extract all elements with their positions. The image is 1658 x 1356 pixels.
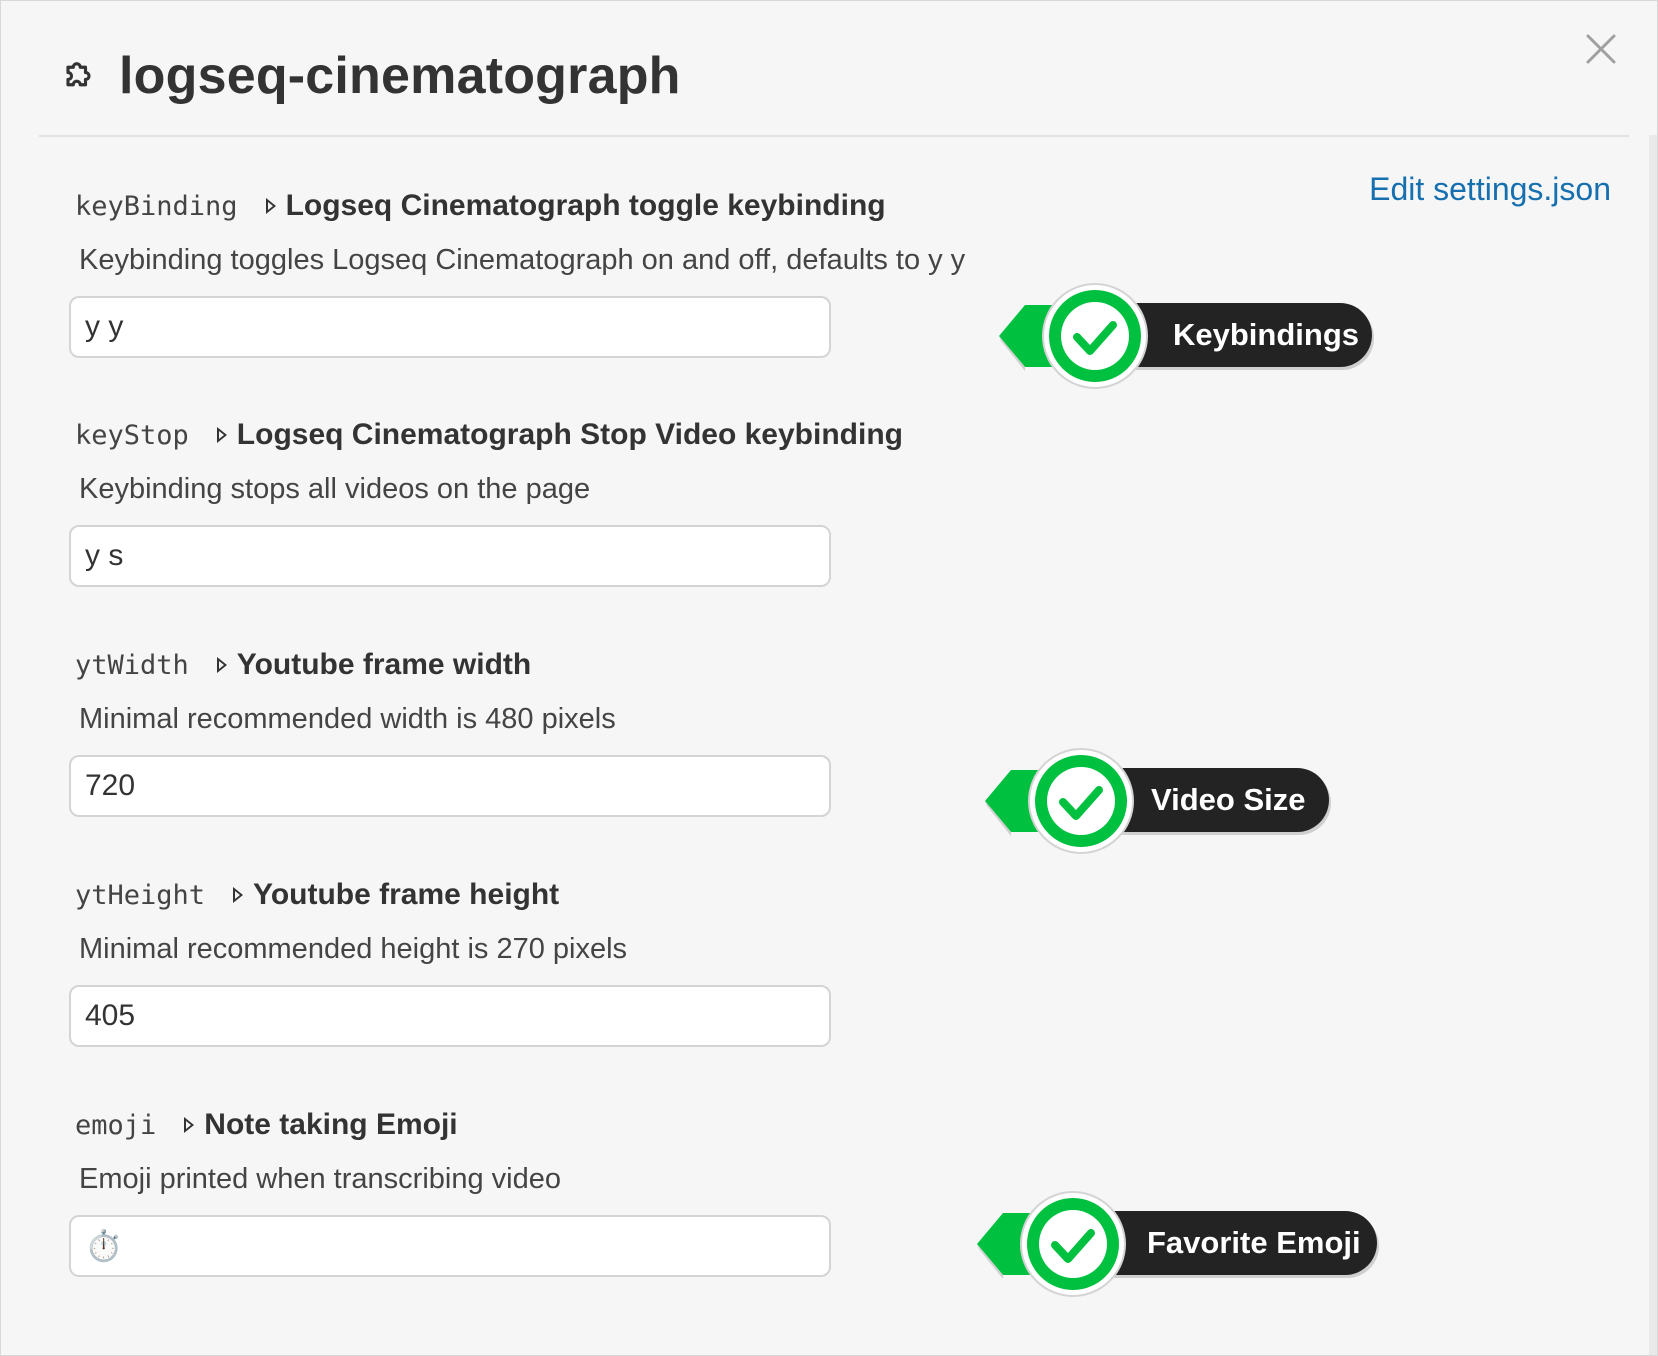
close-icon [1586,34,1616,64]
setting-label: Note taking Emoji [204,1108,458,1141]
scrollbar[interactable] [1649,135,1657,1355]
setting-description: Keybinding toggles Logseq Cinematograph … [79,244,966,276]
ytheight-input[interactable] [69,985,831,1047]
setting-keybinding: keyBinding Logseq Cinematograph toggle k… [69,186,969,358]
setting-description: Minimal recommended width is 480 pixels [79,703,616,735]
setting-ytwidth: ytWidth Youtube frame width Minimal reco… [69,645,969,817]
setting-description: Minimal recommended height is 270 pixels [79,933,628,965]
favorite-emoji-badge: Favorite Emoji [977,1189,1377,1299]
setting-label: Logseq Cinematograph Stop Video keybindi… [236,418,903,451]
setting-key: emoji [75,1109,157,1141]
dialog-header: logseq-cinematograph [61,41,681,111]
setting-description: Keybinding stops all videos on the page [79,473,591,505]
setting-header: keyStop Logseq Cinematograph Stop Video … [69,415,969,455]
expand-triangle-icon[interactable] [216,427,227,443]
setting-header: ytHeight Youtube frame height [69,875,969,915]
setting-header: ytWidth Youtube frame width [69,645,969,685]
setting-header: keyBinding Logseq Cinematograph toggle k… [69,186,969,226]
badge-label: Keybindings [1173,317,1360,352]
expand-triangle-icon[interactable] [216,657,227,673]
check-icon [999,283,1148,389]
setting-key: keyBinding [75,190,238,222]
ytwidth-input[interactable] [69,755,831,817]
setting-header: emoji Note taking Emoji [69,1105,969,1145]
setting-label: Logseq Cinematograph toggle keybinding [285,189,886,222]
setting-emoji: emoji Note taking Emoji Emoji printed wh… [69,1105,969,1277]
setting-key: ytWidth [75,649,189,681]
puzzle-icon [61,55,103,97]
video-size-badge: Video Size [985,746,1345,856]
expand-triangle-icon[interactable] [233,887,244,903]
keybinding-input[interactable] [69,296,831,358]
emoji-input[interactable] [69,1215,831,1277]
close-button[interactable] [1581,29,1621,69]
header-divider [39,135,1629,137]
setting-key: keyStop [75,419,189,451]
expand-triangle-icon[interactable] [184,1117,195,1133]
badge-label: Video Size [1151,782,1306,817]
expand-triangle-icon[interactable] [265,198,276,214]
setting-key: ytHeight [75,879,206,911]
badge-label: Favorite Emoji [1147,1225,1361,1260]
keybindings-badge: Keybindings [999,281,1379,391]
check-icon [985,748,1134,854]
setting-label: Youtube frame height [253,878,560,911]
check-icon [977,1191,1126,1297]
keystop-input[interactable] [69,525,831,587]
page-title: logseq-cinematograph [119,47,681,105]
setting-ytheight: ytHeight Youtube frame height Minimal re… [69,875,969,1047]
edit-settings-json-link[interactable]: Edit settings.json [1369,171,1611,208]
setting-keystop: keyStop Logseq Cinematograph Stop Video … [69,415,969,587]
plugin-settings-dialog: logseq-cinematograph Edit settings.json … [0,0,1658,1356]
setting-description: Emoji printed when transcribing video [79,1163,561,1195]
setting-label: Youtube frame width [236,648,532,681]
